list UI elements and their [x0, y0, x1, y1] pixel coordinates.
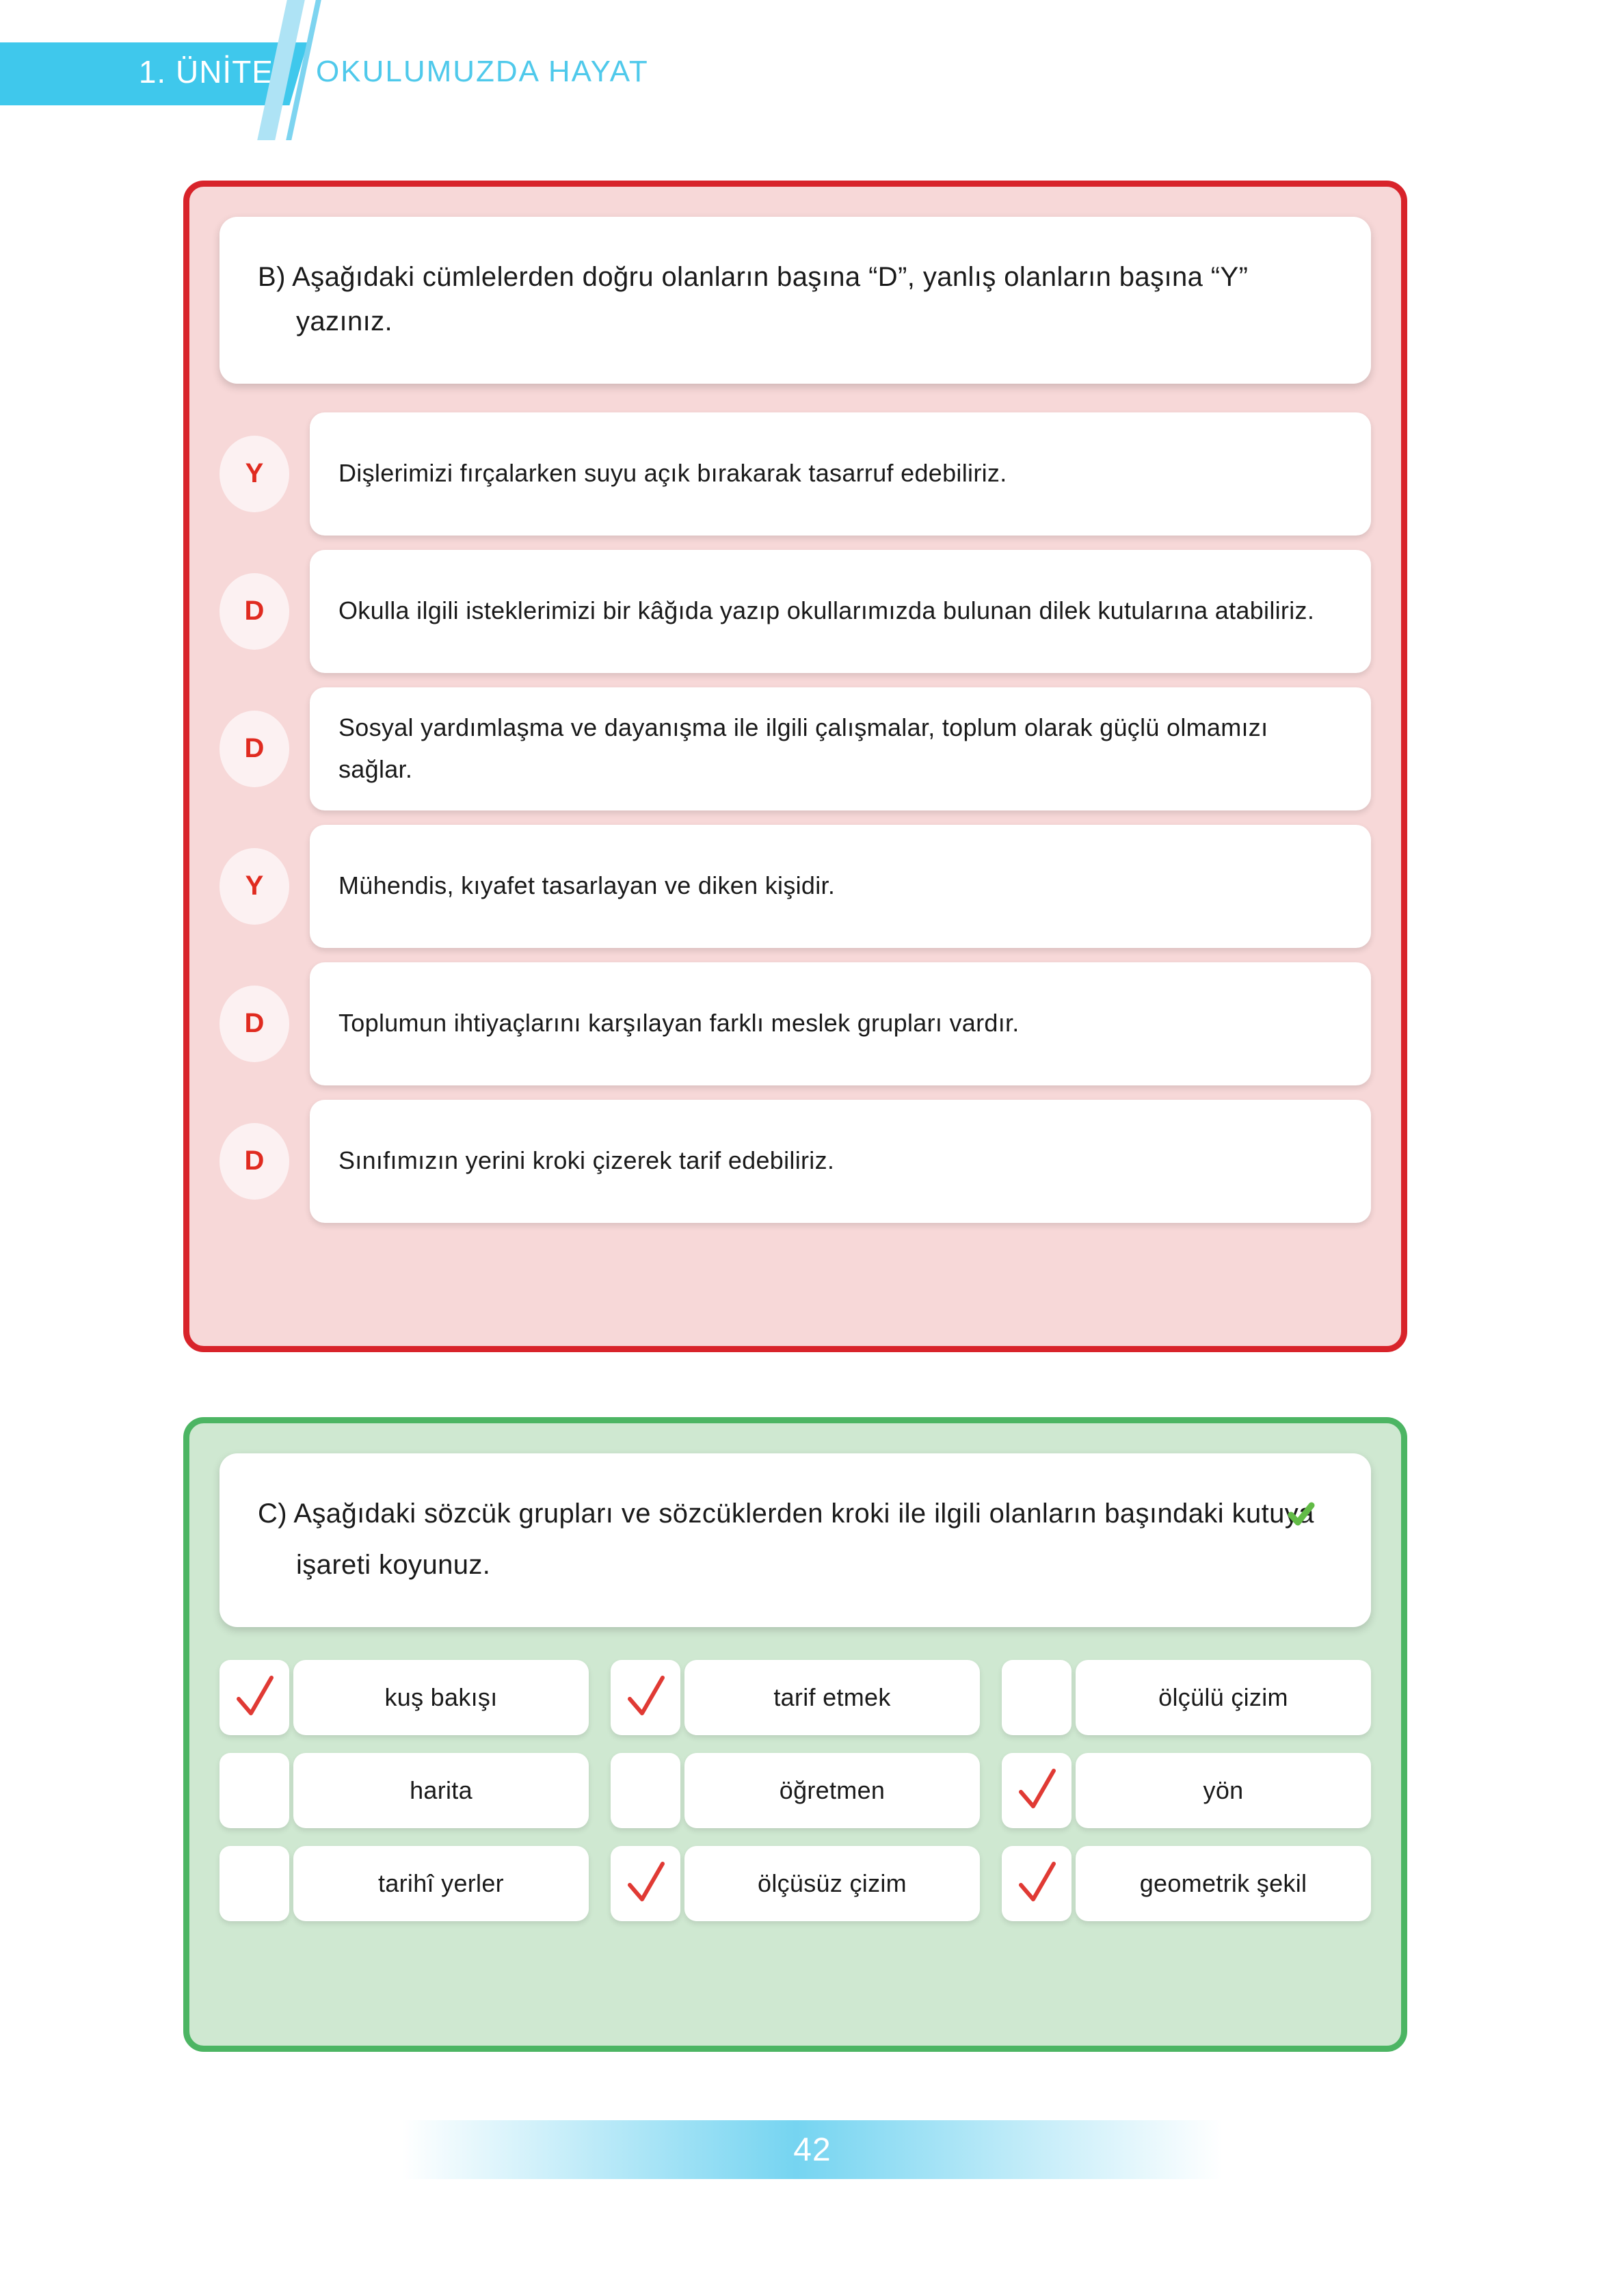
section-b-prompt-card: B) Aşağıdaki cümlelerden doğru olanların… [219, 217, 1371, 384]
check-icon [230, 1670, 278, 1724]
page-footer: 42 [402, 2120, 1223, 2179]
answer-marker[interactable]: Y [219, 847, 289, 925]
checkbox[interactable] [611, 1752, 680, 1828]
checkbox[interactable] [219, 1752, 289, 1828]
checkbox-item: ölçülü çizim [1002, 1659, 1371, 1735]
answer-marker[interactable]: D [219, 985, 289, 1062]
checkbox-label: tarif etmek [684, 1659, 980, 1735]
statement-text: Mühendis, kıyafet tasarlayan ve diken ki… [338, 871, 836, 900]
checkbox-label: yön [1076, 1752, 1371, 1828]
true-false-row: Y Mühendis, kıyafet tasarlayan ve diken k… [219, 824, 1371, 948]
checkbox-label: geometrik şekil [1076, 1845, 1371, 1921]
checkbox-item: geometrik şekil [1002, 1845, 1371, 1921]
section-c-prompt-after: işareti koyunuz. [296, 1549, 491, 1580]
true-false-row: D Sosyal yardımlaşma ve dayanışma ile ilg… [219, 687, 1371, 810]
checkbox[interactable] [219, 1845, 289, 1921]
true-false-row: D Sınıfımızın yerini kroki çizerek tarif … [219, 1099, 1371, 1223]
checkbox-item: tarihî yerler [219, 1845, 589, 1921]
statement-text: Sosyal yardımlaşma ve dayanışma ile ilgi… [338, 713, 1268, 783]
statement-card: Okulla ilgili isteklerimizi bir kâğıda y… [310, 549, 1371, 673]
unit-title: OKULUMUZDA HAYAT [316, 55, 649, 88]
checkbox-item: tarif etmek [611, 1659, 980, 1735]
section-c-grid: kuş bakışı tarif etmek ölçülü çizim harita ö… [219, 1659, 1371, 1921]
checkbox-item: harita [219, 1752, 589, 1828]
check-icon [1013, 1856, 1061, 1910]
checkbox-label: tarihî yerler [293, 1845, 589, 1921]
checkbox-grid-row: tarihî yerler ölçüsüz çizim geometrik şeki… [219, 1845, 1371, 1921]
answer-marker[interactable]: D [219, 710, 289, 787]
checkbox-label: kuş bakışı [293, 1659, 589, 1735]
check-icon [622, 1856, 669, 1910]
checkbox-label: öğretmen [684, 1752, 980, 1828]
statement-card: Mühendis, kıyafet tasarlayan ve diken ki… [310, 824, 1371, 948]
section-c-prompt-text: C) Aşağıdaki sözcük grupları ve sözcükle… [258, 1492, 1333, 1587]
statement-text: Okulla ilgili isteklerimizi bir kâğıda y… [338, 596, 1315, 625]
statement-text: Dişlerimizi fırçalarken suyu açık bıraka… [338, 459, 1007, 488]
answer-marker[interactable]: D [219, 572, 289, 650]
statement-card: Sosyal yardımlaşma ve dayanışma ile ilgi… [310, 687, 1371, 810]
page-header: 1. ÜNİTE OKULUMUZDA HAYAT [0, 0, 1624, 140]
true-false-row: D Toplumun ihtiyaçlarını karşılayan farkl… [219, 962, 1371, 1085]
section-c-prompt-card: C) Aşağıdaki sözcük grupları ve sözcükle… [219, 1453, 1371, 1627]
section-b-item-list: Y Dişlerimizi fırçalarken suyu açık bırak… [219, 412, 1371, 1223]
true-false-row: D Okulla ilgili isteklerimizi bir kâğıda … [219, 549, 1371, 673]
check-icon [622, 1670, 669, 1724]
checkbox-grid-row: harita öğretmen yön [219, 1752, 1371, 1828]
checkbox[interactable] [219, 1659, 289, 1735]
checkbox-item: kuş bakışı [219, 1659, 589, 1735]
page-number: 42 [793, 2131, 831, 2168]
statement-text: Sınıfımızın yerini kroki çizerek tarif e… [338, 1146, 835, 1175]
section-c-checkbox: C) Aşağıdaki sözcük grupları ve sözcükle… [183, 1417, 1407, 2052]
checkbox-label: ölçüsüz çizim [684, 1845, 980, 1921]
section-c-prompt-before: C) Aşağıdaki sözcük grupları ve sözcükle… [258, 1499, 1322, 1529]
section-b-true-false: B) Aşağıdaki cümlelerden doğru olanların… [183, 181, 1407, 1352]
unit-label: 1. ÜNİTE [138, 54, 274, 90]
checkbox[interactable] [1002, 1659, 1071, 1735]
checkbox-label: ölçülü çizim [1076, 1659, 1371, 1735]
checkbox-item: ölçüsüz çizim [611, 1845, 980, 1921]
true-false-row: Y Dişlerimizi fırçalarken suyu açık bırak… [219, 412, 1371, 536]
checkbox[interactable] [1002, 1752, 1071, 1828]
statement-text: Toplumun ihtiyaçlarını karşılayan farklı… [338, 1009, 1020, 1038]
section-b-prompt-text: B) Aşağıdaki cümlelerden doğru olanların… [258, 262, 1249, 336]
checkbox-label: harita [293, 1752, 589, 1828]
checkbox-item: yön [1002, 1752, 1371, 1828]
checkbox[interactable] [611, 1845, 680, 1921]
answer-marker[interactable]: D [219, 1122, 289, 1200]
statement-card: Dişlerimizi fırçalarken suyu açık bıraka… [310, 412, 1371, 536]
check-icon [1013, 1763, 1061, 1817]
checkbox-item: öğretmen [611, 1752, 980, 1828]
statement-card: Sınıfımızın yerini kroki çizerek tarif e… [310, 1099, 1371, 1223]
checkbox-grid-row: kuş bakışı tarif etmek ölçülü çizim [219, 1659, 1371, 1735]
answer-marker[interactable]: Y [219, 435, 289, 512]
checkbox[interactable] [1002, 1845, 1071, 1921]
checkbox[interactable] [611, 1659, 680, 1735]
statement-card: Toplumun ihtiyaçlarını karşılayan farklı… [310, 962, 1371, 1085]
